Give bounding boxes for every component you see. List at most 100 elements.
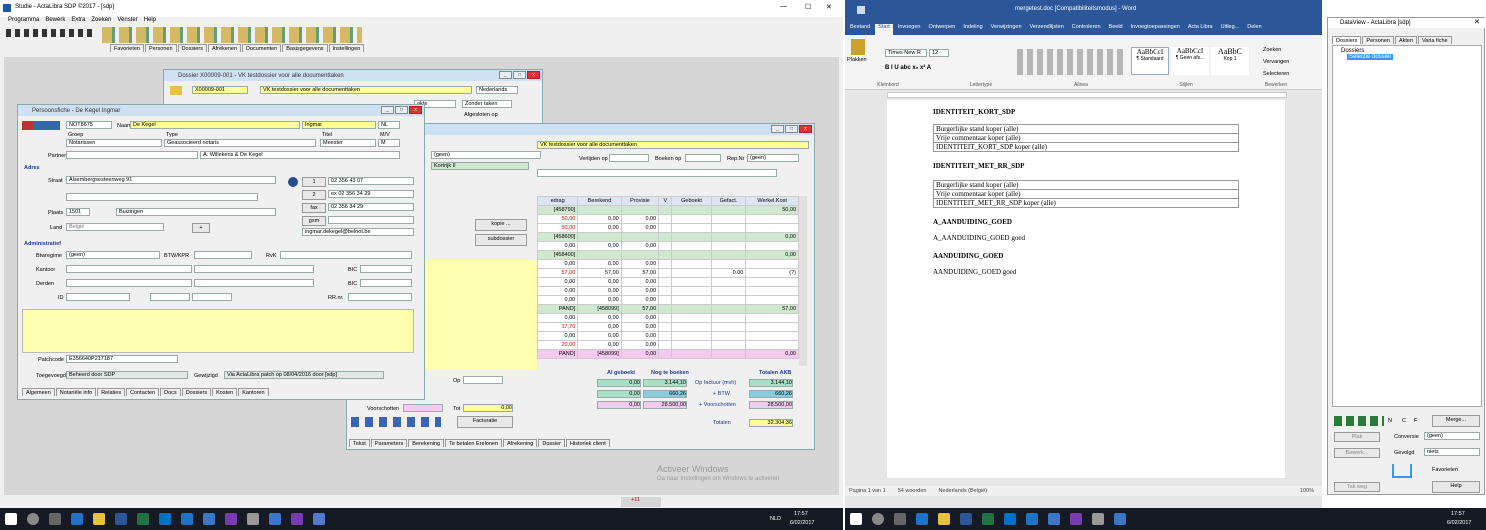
app-icon[interactable] xyxy=(1070,513,1082,525)
zoeken-button[interactable]: Zoeken xyxy=(1263,47,1281,53)
grid-cell[interactable]: 0,00 xyxy=(577,223,622,233)
grid-cell[interactable] xyxy=(671,205,712,215)
explorer-icon[interactable] xyxy=(93,513,105,525)
ribbon-tab-verzendlijsten[interactable]: Verzendlijsten xyxy=(1027,24,1067,35)
grid-row[interactable]: 20,00 0,00 0,00 xyxy=(536,340,799,350)
grid-cell[interactable]: 0,00 xyxy=(620,223,660,233)
grid-cell[interactable] xyxy=(620,232,660,242)
menu-venster[interactable]: Venster xyxy=(117,17,137,26)
grid-cell[interactable] xyxy=(745,340,799,350)
tab-historiek[interactable]: Historiek client xyxy=(566,439,610,447)
grid-row[interactable]: 50,00 0,00 0,00 xyxy=(536,214,799,224)
tray-language[interactable]: NLD xyxy=(770,516,781,522)
naam-input[interactable]: De Kegel xyxy=(130,121,300,129)
grid-cell[interactable]: 0,00 xyxy=(620,340,660,350)
radio-c[interactable]: C xyxy=(1402,418,1406,424)
tab-te-betalen[interactable]: Te betalen Erelonen xyxy=(445,439,503,447)
dossier-select-2[interactable] xyxy=(537,169,777,177)
grid-cell[interactable] xyxy=(577,250,622,260)
grid-cell[interactable] xyxy=(671,313,712,323)
rrnr-input[interactable] xyxy=(348,293,412,301)
grid-cell[interactable]: PAND] xyxy=(536,349,579,359)
grid-cell[interactable]: PAND] xyxy=(536,304,579,314)
grid-row[interactable]: [458600] 0,00 xyxy=(536,232,799,242)
tab-basisgegevens[interactable]: Basisgegevens xyxy=(282,44,328,52)
toolbar-icons[interactable] xyxy=(102,27,362,43)
tab-dossier[interactable]: Dossier xyxy=(538,439,565,447)
grid-row[interactable]: [458790] 50,00 xyxy=(536,205,799,215)
partner-input[interactable] xyxy=(66,151,198,159)
grid-cell[interactable] xyxy=(658,268,673,278)
action-icons[interactable] xyxy=(351,417,441,427)
ie-icon[interactable] xyxy=(1026,513,1038,525)
fax-input[interactable]: 02 356 34 29 xyxy=(328,203,414,211)
grid-cell[interactable]: 0,00 xyxy=(620,277,660,287)
kopie-button[interactable]: kopie ... xyxy=(475,219,527,231)
tab-parameters[interactable]: Parameters xyxy=(370,439,408,447)
gevolgd-select[interactable]: niets xyxy=(1424,448,1480,456)
ribbon-tab-verwijzingen[interactable]: Verwijzingen xyxy=(988,24,1025,35)
op-input[interactable] xyxy=(463,376,503,384)
grid-row[interactable]: 0,00 0,00 0,00 xyxy=(536,295,799,305)
grid-cell[interactable]: 0,00 xyxy=(577,286,622,296)
grid-row[interactable]: PAND] [458099] 0,00 0,00 xyxy=(536,349,799,359)
grid-row[interactable]: 57,00 57,00 57,00 0.00 (?) xyxy=(536,268,799,278)
minimize-button[interactable]: — xyxy=(780,3,787,10)
grid-cell[interactable] xyxy=(710,349,747,359)
tab-personen[interactable]: Personen xyxy=(145,44,177,52)
groep-select[interactable]: Notarissen xyxy=(66,139,162,147)
grid-cell[interactable]: 0,00 xyxy=(745,250,799,260)
grid-cell[interactable]: 0,00 xyxy=(536,259,579,269)
grid-cell[interactable] xyxy=(671,286,712,296)
grid-row[interactable]: 0,00 0,00 0,00 xyxy=(536,313,799,323)
style-kop1[interactable]: AaBbC Kop 1 xyxy=(1211,47,1249,75)
grid-cell[interactable] xyxy=(671,259,712,269)
grid-cell[interactable]: [458099] xyxy=(577,304,622,314)
zoom-level[interactable]: 100% xyxy=(1300,486,1314,496)
app3-icon[interactable] xyxy=(1114,513,1126,525)
favorieten-checkbox[interactable]: Favorieten xyxy=(1432,467,1458,473)
grid-cell[interactable]: 0,00 xyxy=(620,241,660,251)
grid-cell[interactable] xyxy=(671,214,712,224)
grid-cell[interactable]: 0,00 xyxy=(536,241,579,251)
grid-cell[interactable] xyxy=(710,214,747,224)
app2-icon[interactable] xyxy=(247,513,259,525)
ribbon-tab-invoegtoepassingen[interactable]: Invoegtoepassingen xyxy=(1128,24,1183,35)
grid-cell[interactable] xyxy=(745,313,799,323)
grid-cell[interactable] xyxy=(745,286,799,296)
grid-header[interactable]: Provisie xyxy=(620,196,660,206)
plakken-label[interactable]: Plakken xyxy=(847,57,867,63)
font-name-select[interactable]: Times New R xyxy=(885,49,927,57)
gsm-input[interactable] xyxy=(328,216,414,224)
voornaam-input[interactable]: Ingmar xyxy=(302,121,376,129)
derden-select[interactable] xyxy=(194,279,314,287)
grid-cell[interactable] xyxy=(710,340,747,350)
grid-cell[interactable]: 57,00 xyxy=(745,304,799,314)
kantoor-input[interactable] xyxy=(66,265,192,273)
app-icon[interactable] xyxy=(225,513,237,525)
close-button[interactable]: x xyxy=(409,106,422,114)
grid-cell[interactable]: 20,00 xyxy=(536,340,579,350)
maximize-button[interactable]: ☐ xyxy=(805,3,811,11)
grid-cell[interactable]: 57,00 xyxy=(620,304,660,314)
tab-dossiers[interactable]: Dossiers xyxy=(177,44,207,52)
dossier-desc-input[interactable]: VK testdossier voor alle documenttaken xyxy=(260,86,472,94)
titel-select[interactable]: Meester xyxy=(320,139,376,147)
grid-row[interactable]: 17,70 0,00 0,00 xyxy=(536,322,799,332)
grid-cell[interactable] xyxy=(710,250,747,260)
grid-cell[interactable]: 50,00 xyxy=(745,205,799,215)
grid-row[interactable]: 0,00 0,00 0,00 xyxy=(536,286,799,296)
dossier-nr-input[interactable]: X00009-001 xyxy=(192,86,248,94)
tab-berekening[interactable]: Berekening xyxy=(408,439,445,447)
notification-badge[interactable]: +11 xyxy=(621,497,661,507)
grid-cell[interactable]: 0.00 xyxy=(710,268,747,278)
grid-cell[interactable] xyxy=(658,331,673,341)
grid-cell[interactable]: 0,00 xyxy=(745,349,799,359)
grid-cell[interactable] xyxy=(658,259,673,269)
tree-selected[interactable]: Selectie dossier xyxy=(1347,54,1394,60)
grid-cell[interactable] xyxy=(710,286,747,296)
grid-cell[interactable] xyxy=(671,241,712,251)
edge-icon[interactable] xyxy=(71,513,83,525)
add-button[interactable]: + xyxy=(192,223,210,233)
app3-icon[interactable] xyxy=(269,513,281,525)
